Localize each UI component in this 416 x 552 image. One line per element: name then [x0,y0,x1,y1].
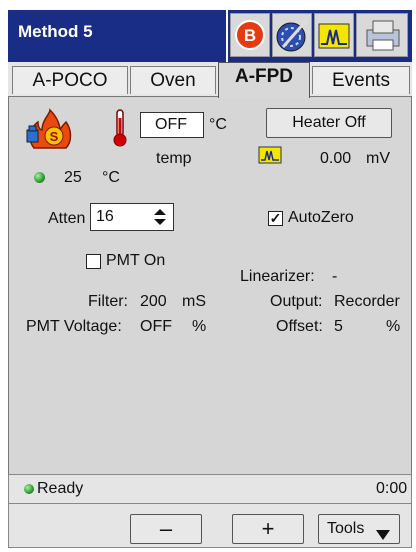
atten-value: 16 [96,208,114,225]
output-value[interactable]: Recorder [334,293,400,311]
spinner-icon[interactable] [152,208,168,231]
print-button[interactable] [356,13,408,57]
thermometer-icon [110,108,130,153]
ready-status-led [24,484,34,494]
tab-a-fpd[interactable]: A-FPD [218,62,310,98]
actual-temp-value: 25 [64,169,82,186]
heater-status-led [34,172,45,183]
config-button[interactable] [272,13,312,57]
svg-text:S: S [50,129,59,144]
flame-s-icon: S [24,108,76,159]
pmt-on-label: PMT On [106,252,166,269]
tab-oven[interactable]: Oven [130,66,216,94]
minus-button[interactable]: – [130,514,202,544]
actual-temp-unit: °C [102,169,120,186]
autozero-checkbox[interactable]: ✓ [268,211,283,226]
filter-label: Filter: [88,293,128,310]
wrench-icon [273,19,311,60]
filter-value: 200 [140,293,167,310]
atten-label: Atten [48,210,86,227]
heater-setpoint-field[interactable]: OFF [140,112,204,138]
chevron-down-icon [375,523,391,551]
status-time: 0:00 [376,480,408,497]
tools-label: Tools [327,520,365,537]
chromatogram-icon [315,23,353,60]
plus-button[interactable]: + [232,514,304,544]
signal-value: 0.00 [320,150,352,167]
status-text: Ready [37,480,84,497]
setpoint-unit: °C [209,116,227,133]
offset-unit: % [386,318,401,335]
window-title: Method 5 [18,22,93,41]
printer-icon [357,20,407,60]
offset-value[interactable]: 5 [334,318,343,336]
signal-unit: mV [366,150,390,167]
signal-chromatogram-icon [258,146,282,169]
pmt-voltage-value[interactable]: OFF [140,318,172,336]
temp-label: temp [156,150,192,167]
offset-label: Offset: [276,318,323,335]
heater-off-button[interactable]: Heater Off [266,108,392,138]
tab-events[interactable]: Events [312,66,410,94]
linearizer-value: - [332,268,338,285]
pmt-voltage-label: PMT Voltage: [26,318,122,335]
pmt-on-checkbox[interactable] [86,254,101,269]
autozero-label: AutoZero [288,209,354,226]
output-label: Output: [270,293,323,310]
title-bar-separator [226,10,228,62]
svg-text:B: B [244,26,256,45]
pmt-voltage-unit: % [192,318,207,335]
b-button[interactable]: B [230,13,270,57]
b-icon: B [231,20,269,60]
tab-a-poco[interactable]: A-POCO [12,66,128,94]
linearizer-label: Linearizer: [240,268,315,285]
filter-unit: mS [182,293,206,310]
chromatogram-button[interactable] [314,13,354,57]
tools-button[interactable]: Tools [318,514,400,544]
